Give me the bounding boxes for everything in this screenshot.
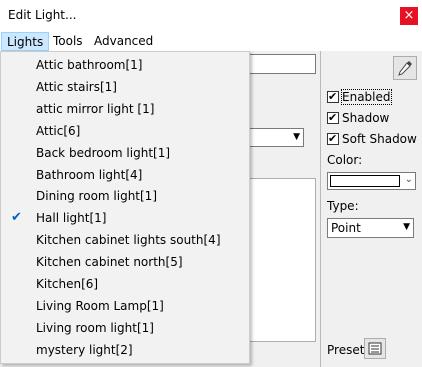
title-bar: Edit Light... × bbox=[0, 0, 422, 32]
menu-item-light[interactable]: ✔ Hall light[1] bbox=[3, 207, 247, 229]
menu-item-label: Living Room Lamp[1] bbox=[36, 298, 164, 313]
menu-item-light[interactable]: Living room light[1] bbox=[3, 317, 247, 339]
menu-item-label: Kitchen cabinet north[5] bbox=[36, 255, 183, 270]
light-name-field[interactable] bbox=[246, 54, 316, 74]
menu-item-label: Hall light[1] bbox=[36, 211, 107, 226]
light-group-combo[interactable]: ▼ bbox=[246, 128, 304, 147]
menu-item-label: Attic stairs[1] bbox=[36, 79, 117, 94]
menu-item-light[interactable]: mystery light[2] bbox=[3, 339, 247, 361]
menu-item-label: mystery light[2] bbox=[36, 342, 133, 357]
chevron-down-icon: ⌄ bbox=[404, 174, 413, 185]
checkmark-icon: ✔ bbox=[11, 210, 22, 226]
close-button[interactable]: × bbox=[400, 7, 418, 25]
shadow-label: Shadow bbox=[342, 111, 390, 125]
color-picker[interactable]: ⌄ bbox=[327, 172, 416, 190]
menu-item-label: attic mirror light [1] bbox=[36, 101, 155, 116]
preset-list-icon bbox=[368, 342, 382, 355]
menu-item-label: Kitchen cabinet lights south[4] bbox=[36, 233, 221, 248]
soft-shadow-checkbox[interactable]: ✔ Soft Shadow bbox=[327, 131, 417, 147]
color-swatch bbox=[330, 175, 400, 187]
menu-item-light[interactable]: Kitchen[6] bbox=[3, 273, 247, 295]
light-list-panel[interactable] bbox=[246, 178, 316, 342]
menu-item-label: Bathroom light[4] bbox=[36, 167, 143, 182]
enabled-checkbox[interactable]: ✔ Enabled bbox=[327, 89, 392, 105]
menu-lights[interactable]: Lights bbox=[1, 32, 50, 51]
lights-dropdown-menu: Attic bathroom[1] Attic stairs[1] attic mi… bbox=[0, 51, 250, 364]
type-value: Point bbox=[331, 221, 361, 235]
menu-tools[interactable]: Tools bbox=[48, 32, 88, 51]
menu-item-light[interactable]: Living Room Lamp[1] bbox=[3, 295, 247, 317]
menu-item-light[interactable]: Attic stairs[1] bbox=[3, 76, 247, 98]
menu-advanced[interactable]: Advanced bbox=[89, 32, 158, 51]
enabled-check-box[interactable]: ✔ bbox=[327, 90, 339, 103]
preset-button[interactable] bbox=[364, 338, 386, 359]
soft-shadow-check-box[interactable]: ✔ bbox=[327, 132, 339, 145]
shadow-checkbox[interactable]: ✔ Shadow bbox=[327, 110, 389, 126]
preset-label: Preset: bbox=[327, 343, 369, 357]
menu-item-light[interactable]: Back bedroom light[1] bbox=[3, 142, 247, 164]
menu-item-label: Living room light[1] bbox=[36, 320, 154, 335]
window-title: Edit Light... bbox=[8, 8, 77, 22]
eyedropper-icon bbox=[398, 61, 412, 76]
menu-item-light[interactable]: Bathroom light[4] bbox=[3, 164, 247, 186]
menu-item-label: Attic bathroom[1] bbox=[36, 58, 143, 72]
panel-divider bbox=[320, 51, 321, 367]
menu-item-label: Back bedroom light[1] bbox=[36, 145, 171, 160]
eyedropper-button[interactable] bbox=[393, 56, 417, 80]
menu-item-light[interactable]: Kitchen cabinet north[5] bbox=[3, 251, 247, 273]
menu-item-label: Dining room light[1] bbox=[36, 189, 158, 204]
color-label: Color: bbox=[327, 153, 363, 167]
menu-item-light[interactable]: Attic bathroom[1] bbox=[3, 54, 247, 76]
type-select[interactable]: Point ▼ bbox=[327, 218, 414, 238]
chevron-down-icon: ▼ bbox=[403, 222, 410, 232]
menu-item-label: Attic[6] bbox=[36, 123, 81, 138]
menu-item-light[interactable]: Dining room light[1] bbox=[3, 185, 247, 207]
menu-item-label: Kitchen[6] bbox=[36, 277, 99, 291]
shadow-check-box[interactable]: ✔ bbox=[327, 111, 339, 124]
soft-shadow-label: Soft Shadow bbox=[342, 132, 417, 146]
enabled-label: Enabled bbox=[341, 89, 392, 105]
menu-item-light[interactable]: Attic[6] bbox=[3, 120, 247, 142]
close-icon: × bbox=[403, 8, 415, 23]
menu-item-light[interactable]: Kitchen cabinet lights south[4] bbox=[3, 229, 247, 251]
menu-bar: Lights Tools Advanced bbox=[0, 32, 422, 51]
menu-item-light[interactable]: attic mirror light [1] bbox=[3, 98, 247, 120]
chevron-down-icon: ▼ bbox=[293, 132, 300, 142]
type-label: Type: bbox=[327, 199, 359, 213]
